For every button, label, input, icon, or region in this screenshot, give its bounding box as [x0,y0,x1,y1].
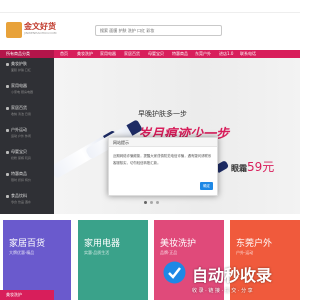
sidebar-item[interactable]: 食品饮料 零食 饮品 酒水 [0,190,54,212]
promo-card-sub: 户外·运动 [236,250,254,255]
sidebar-item[interactable]: 母婴宝贝 奶粉 尿裤 玩具 [0,146,54,168]
logo-icon [6,22,22,38]
banner-product: 眼霜 [231,164,247,173]
sidebar-item-title: 食品饮料 [11,193,27,198]
carousel-dot[interactable] [144,201,147,204]
nav-item-outdoor[interactable]: 东莞户外 [195,50,211,58]
promo-card-title: 美妆洗护 [160,239,197,249]
category-icon [6,151,9,154]
nav-item-deals[interactable]: 特惠商品 [172,50,188,58]
sidebar-item[interactable]: 家用电器 小家电 厨房电器 [0,80,54,102]
category-icon [6,107,9,110]
nav-item-home[interactable]: 首页 [60,50,68,58]
promo-card[interactable]: 家用电器 实惠·品质生活 [78,220,148,300]
section-tag[interactable]: 美妆洗护 [0,290,54,300]
all-categories-button[interactable]: 所有商品分类 [0,50,54,58]
main-nav: 所有商品分类 首页 美妆洗护 家用电器 家居百货 母婴宝贝 特惠商品 东莞户外 … [0,50,300,58]
dialog-title: 网站提示 [109,138,217,147]
sidebar-item-title: 户外运动 [11,127,27,132]
promo-card[interactable]: 家居百货 大牌优惠·精品 [3,220,71,300]
category-icon [6,85,9,88]
nav-item-store[interactable]: 进店1.0 [219,50,233,58]
sidebar-item-title: 美妆护肤 [11,61,27,66]
top-bar [0,0,300,13]
category-icon [6,195,9,198]
promo-card-title: 家居百货 [9,239,46,249]
dialog-message: 近期网络诈骗频繁，提醒大家谨慎防范电信诈骗，遇有疑问请联系客服核实，切勿轻信转账… [113,154,212,165]
sidebar-item-title: 特惠商品 [11,171,27,176]
promo-card-sub: 大牌优惠·精品 [9,250,35,255]
banner-price: 眼霜59元 [231,158,274,175]
sidebar-item[interactable]: 家居百货 收纳 清洁 日用 [0,102,54,124]
sidebar-item-title: 家居百货 [11,105,27,110]
site-logo[interactable]: 金文好货 JINWENHAOHUO.COM [6,22,66,42]
watermark-text: 自动秒收录 [192,266,273,285]
watermark: 自动秒收录 收 录 · 链 接 · 提 交 · 分 享 [162,260,282,300]
nav-item-home-goods[interactable]: 家居百货 [124,50,140,58]
sidebar-item-sub: 面膜 护肤 口红 [11,68,31,72]
dialog-confirm-button[interactable]: 确定 [200,182,213,190]
carousel-dot[interactable] [156,201,159,204]
nav-item-baby[interactable]: 母婴宝贝 [148,50,164,58]
promo-card-sub: 实惠·品质生活 [84,250,110,255]
sidebar-item[interactable]: 美妆护肤 面膜 护肤 口红 [0,58,54,80]
watermark-subtext: 收 录 · 链 接 · 提 交 · 分 享 [192,288,253,294]
nav-item-contact[interactable]: 联系电话 [240,50,256,58]
sidebar-item[interactable]: 特惠商品 限时 折扣 特价 [0,168,54,190]
sidebar-item-title: 家用电器 [11,83,27,88]
promo-card-sub: 品牌·正品 [160,250,178,255]
search-input[interactable]: 搜索 面膜 护肤 洗护 口红 彩妆 [95,25,222,36]
sidebar-item-sub: 收纳 清洁 日用 [11,112,31,116]
nav-item-beauty[interactable]: 美妆洗护 [77,50,93,58]
sidebar-item-sub: 限时 折扣 特价 [11,178,31,182]
category-icon [6,173,9,176]
notice-dialog: 网站提示 近期网络诈骗频繁，提醒大家谨慎防范电信诈骗，遇有疑问请联系客服核实，切… [108,137,218,196]
watermark-logo-icon [163,261,186,284]
promo-card-title: 家用电器 [84,239,121,249]
logo-subtitle: JINWENHAOHUO.COM [24,31,57,35]
banner-headline: 早晚护肤多一步 [138,110,187,118]
sidebar-item-title: 母婴宝贝 [11,149,27,154]
carousel-dot[interactable] [150,201,153,204]
sidebar-item-sub: 运动 户外 休闲 [11,134,31,138]
category-icon [6,129,9,132]
sidebar-item-sub: 小家电 厨房电器 [11,90,33,94]
nav-item-appliances[interactable]: 家用电器 [100,50,116,58]
sidebar-item-sub: 奶粉 尿裤 玩具 [11,156,31,160]
category-sidebar: 美妆护肤 面膜 护肤 口红 家用电器 小家电 厨房电器 家居百货 收纳 清洁 日… [0,58,54,214]
sidebar-item[interactable]: 户外运动 运动 户外 休闲 [0,124,54,146]
category-icon [6,63,9,66]
sidebar-item-sub: 零食 饮品 酒水 [11,200,31,204]
banner-price-value: 59元 [247,160,275,174]
promo-card-title: 东莞户外 [236,239,273,249]
